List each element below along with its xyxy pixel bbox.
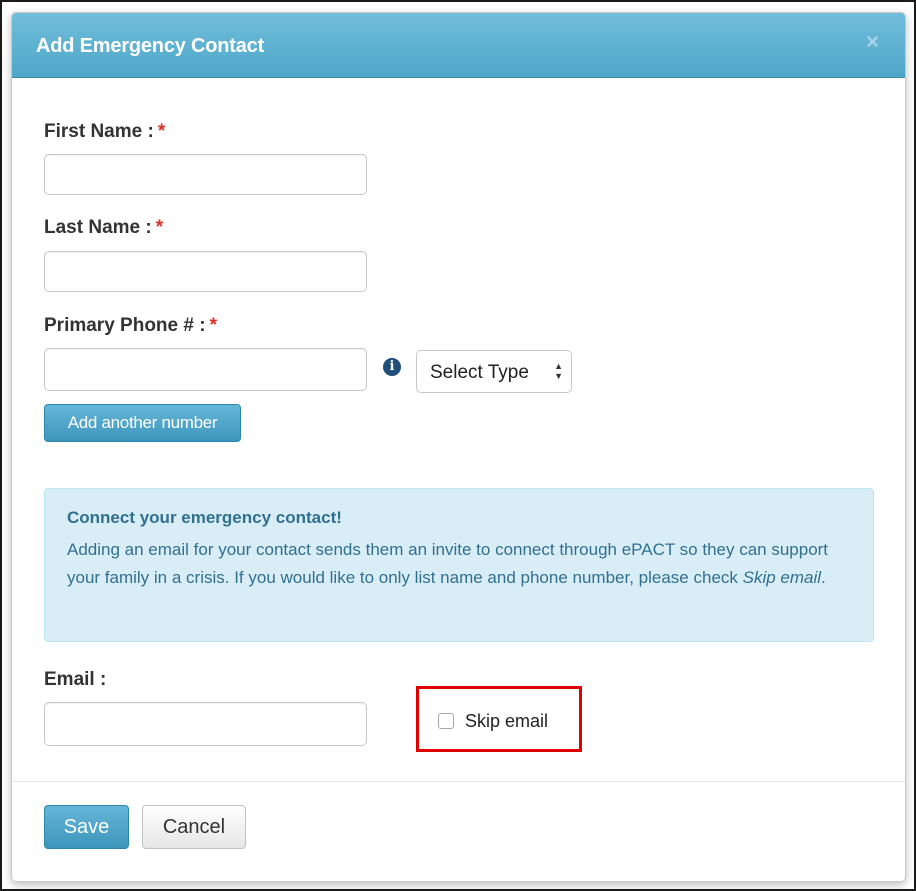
- required-asterisk: *: [157, 121, 166, 142]
- phone-type-select[interactable]: Select Type ▲ ▼: [416, 350, 572, 393]
- notice-skip-email-emphasis: Skip email: [742, 568, 822, 587]
- info-icon[interactable]: i: [383, 358, 401, 376]
- last-name-label-text: Last Name :: [44, 217, 152, 238]
- required-asterisk: *: [209, 315, 217, 336]
- email-label: Email :: [44, 669, 107, 690]
- primary-phone-label-text: Primary Phone # :: [44, 315, 206, 336]
- screenshot-frame: Add Emergency Contact × First Name : * La…: [0, 0, 916, 891]
- add-emergency-contact-modal: Add Emergency Contact × First Name : * La…: [11, 12, 906, 882]
- notice-title: Connect your emergency contact!: [67, 508, 342, 527]
- footer-divider: [12, 781, 905, 782]
- notice-body-text: Adding an email for your contact sends t…: [67, 540, 829, 587]
- primary-phone-label: Primary Phone # : *: [44, 315, 217, 337]
- phone-type-selected: Select Type: [430, 362, 529, 383]
- connect-contact-notice: Connect your emergency contact! Adding a…: [44, 488, 874, 642]
- first-name-label-text: First Name :: [44, 121, 154, 142]
- modal-title: Add Emergency Contact: [36, 35, 265, 57]
- modal-header: Add Emergency Contact ×: [12, 13, 905, 78]
- notice-body-end: .: [821, 568, 826, 587]
- skip-email-label[interactable]: Skip email: [465, 711, 548, 732]
- add-another-number-button[interactable]: Add another number: [44, 404, 241, 442]
- skip-email-checkbox[interactable]: [438, 713, 454, 729]
- primary-phone-input[interactable]: [44, 348, 367, 391]
- required-asterisk: *: [155, 217, 164, 238]
- notice-body: Adding an email for your contact sends t…: [67, 536, 857, 592]
- last-name-label: Last Name : *: [44, 217, 163, 239]
- email-input[interactable]: [44, 702, 367, 746]
- first-name-input[interactable]: [44, 154, 367, 195]
- cancel-button[interactable]: Cancel: [142, 805, 246, 849]
- close-icon[interactable]: ×: [866, 31, 879, 53]
- select-arrows-icon: ▲ ▼: [554, 361, 563, 381]
- last-name-input[interactable]: [44, 251, 367, 292]
- save-button[interactable]: Save: [44, 805, 129, 849]
- first-name-label: First Name : *: [44, 121, 165, 143]
